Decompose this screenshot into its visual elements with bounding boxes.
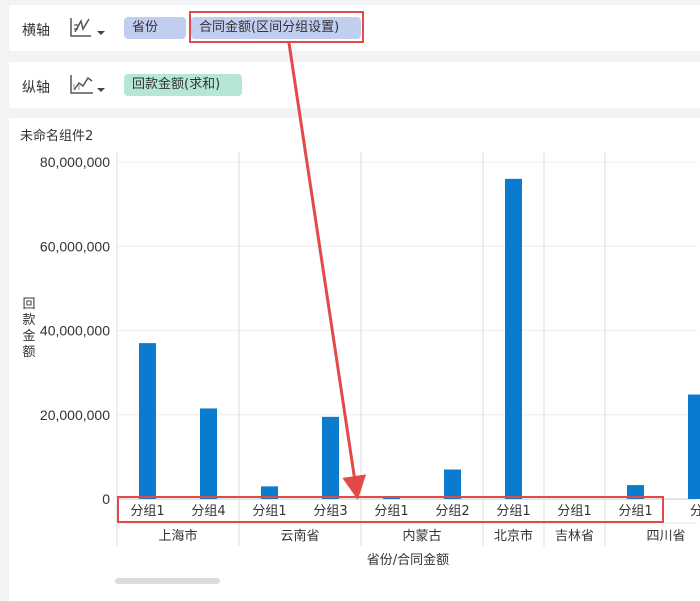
y-axis-label-char: 回: [22, 297, 35, 312]
x-group-label: 云南省: [280, 528, 319, 544]
x-axis-label: 省份/合同金额: [367, 552, 449, 568]
y-tick-label: 80,000,000: [40, 154, 110, 170]
bar: [505, 178, 522, 499]
x-category-label: 分组2: [435, 504, 469, 519]
y-tick-label: 40,000,000: [40, 323, 110, 339]
x-group-label: 上海市: [158, 528, 197, 544]
bar: [200, 408, 217, 499]
x-category-label: 分组1: [374, 504, 408, 519]
bar: [688, 394, 700, 499]
horizontal-scrollbar: [115, 578, 220, 584]
line-chart-icon[interactable]: [69, 72, 107, 98]
y-axis-title: 纵轴: [22, 80, 50, 96]
bar: [139, 343, 156, 499]
x-category-label: 分组3: [313, 504, 347, 519]
y-tick-label: 60,000,000: [40, 238, 110, 254]
x-group-label: 北京市: [494, 528, 533, 544]
x-category-label: 分: [690, 504, 700, 519]
y-tick-label: 0: [102, 491, 110, 507]
y-axis-label-char: 额: [22, 345, 35, 360]
x-axis-row: 横轴 省份 合同金额(区间分组设置): [9, 5, 700, 51]
highlight-box-field: [189, 11, 364, 43]
horizontal-axis-icon[interactable]: [69, 15, 107, 41]
x-group-label: 四川省: [646, 529, 685, 544]
x-group-label: 吉林省: [555, 529, 594, 544]
chart-panel: 未命名组件2 0 20,000,000 40,000,000 60,000,000 80…: [9, 118, 700, 601]
bar: [444, 469, 461, 499]
x-category-label: 分组1: [618, 504, 652, 519]
y-field-payment[interactable]: 回款金额(求和): [124, 74, 242, 96]
x-category-label: 分组1: [496, 504, 530, 519]
y-tick-label: 20,000,000: [40, 407, 110, 423]
x-category-label: 分组4: [191, 504, 225, 519]
x-category-label: 分组1: [557, 504, 591, 519]
x-field-province[interactable]: 省份: [124, 17, 186, 39]
x-group-label: 内蒙古: [402, 528, 441, 544]
bar-chart: 0 20,000,000 40,000,000 60,000,000 80,000,00…: [22, 152, 700, 584]
bar: [322, 416, 339, 499]
x-category-label: 分组1: [130, 504, 164, 519]
x-category-label: 分组1: [252, 504, 286, 519]
y-axis-label-char: 金: [22, 328, 35, 344]
y-axis-row: 纵轴 回款金额(求和): [9, 62, 700, 108]
x-axis-title: 横轴: [22, 23, 50, 39]
y-axis-label-char: 款: [22, 313, 35, 328]
